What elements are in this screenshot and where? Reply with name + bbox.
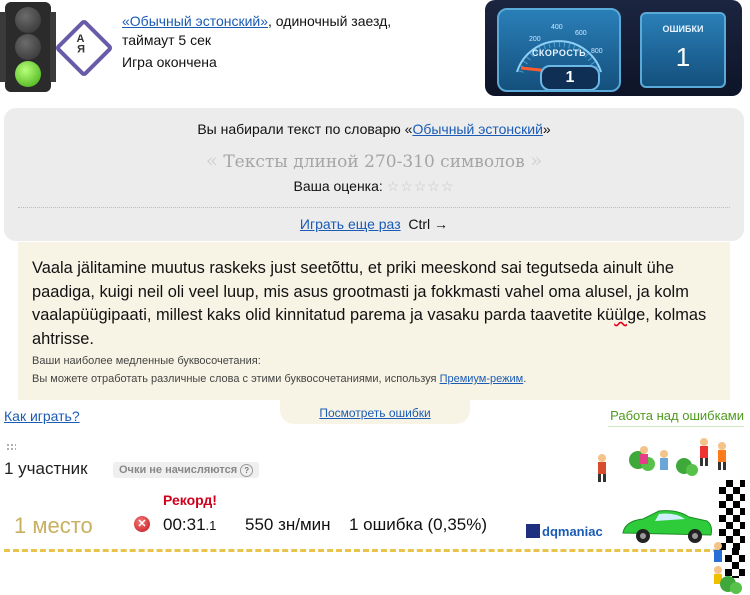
play-again-row: Играть еще раз Ctrl → [4, 216, 744, 232]
speed-readout: 1 [540, 65, 600, 90]
result-panel: Вы набирали текст по словарю «Обычный эс… [4, 108, 744, 241]
errors-counter: ОШИБКИ 1 [640, 12, 726, 88]
not-counted-badge: Очки не начисляются? [113, 462, 260, 478]
dashboard: 200 400 600 800 СКОРОСТЬ 1 ОШИБКИ 1 [485, 0, 742, 96]
dictionary-name-link[interactable]: Обычный эстонский [412, 121, 542, 137]
text-length-label: Тексты длиной 270-310 символов [223, 152, 525, 172]
star-icon[interactable]: ☆ [441, 178, 455, 194]
spectator-icon [714, 542, 742, 594]
race-time: 00:31.1 [163, 515, 217, 534]
divider [18, 207, 730, 208]
premium-mode-link[interactable]: Премиум-режим [440, 373, 524, 385]
play-again-link[interactable]: Играть еще раз [300, 216, 401, 232]
place-label: 1 место [14, 513, 93, 538]
dictionary-link[interactable]: «Обычный эстонский» [122, 13, 268, 29]
record-badge: Рекорд! [163, 492, 217, 508]
player-name[interactable]: dqmaniac [526, 524, 603, 539]
race-track-line [4, 549, 719, 552]
rating-label: Ваша оценка: [293, 178, 383, 194]
show-errors-tab: Посмотреть ошибки [280, 400, 470, 424]
help-icon[interactable]: ? [240, 464, 254, 477]
star-icon[interactable]: ☆ [387, 178, 401, 194]
how-to-play-link[interactable]: Как играть? [4, 408, 80, 424]
star-icon[interactable]: ☆ [414, 178, 428, 194]
race-errors: 1 ошибка (0,35%) [349, 515, 488, 534]
errors-label: ОШИБКИ [662, 24, 704, 34]
slow-combos-hint: Вы можете отработать различные слова с э… [32, 373, 527, 385]
race-speed: 550 зн/мин [245, 515, 331, 534]
rating-stars[interactable]: ☆☆☆☆☆ [387, 178, 455, 194]
typing-error: ül [614, 306, 627, 324]
play-again-shortcut: Ctrl → [408, 216, 449, 232]
error-cross-icon: ✕ [134, 516, 150, 532]
game-status: Игра окончена [122, 54, 217, 70]
work-on-errors-link[interactable]: Работа над ошибками [610, 408, 744, 423]
participants-count: 1 участник [4, 459, 88, 478]
drag-handle-icon[interactable] [6, 443, 16, 451]
avatar [526, 524, 540, 538]
next-chevron-icon[interactable]: » [530, 148, 542, 172]
prev-chevron-icon[interactable]: « [206, 148, 218, 172]
star-icon[interactable]: ☆ [400, 178, 414, 194]
game-timeout: таймаут 5 сек [122, 32, 212, 48]
work-on-errors-underline [608, 426, 744, 427]
speedometer: 200 400 600 800 СКОРОСТЬ 1 [497, 8, 621, 92]
traffic-light-icon [0, 2, 56, 92]
speed-label: СКОРОСТЬ [531, 48, 587, 58]
show-errors-link[interactable]: Посмотреть ошибки [319, 406, 430, 420]
race-car-icon [622, 510, 712, 543]
traffic-light-red-off [15, 7, 41, 33]
slow-combos-title: Ваши наиболее медленные буквосочетания: [32, 355, 261, 367]
errors-value: 1 [675, 42, 691, 72]
text-length-selector: « Тексты длиной 270-310 символов » [4, 148, 744, 172]
star-icon[interactable]: ☆ [427, 178, 441, 194]
traffic-light-yellow-off [15, 34, 41, 60]
rating-row: Ваша оценка: ☆☆☆☆☆ [4, 178, 744, 195]
typed-text-block: Vaala jälitamine muutus raskeks just see… [18, 242, 730, 400]
game-title: «Обычный эстонский», одиночный заезд, [122, 13, 392, 29]
dictionary-info: Вы набирали текст по словарю «Обычный эс… [197, 121, 551, 137]
traffic-light-green-on [15, 61, 41, 87]
dictionary-icon: А Я [54, 18, 114, 78]
typed-text: Vaala jälitamine muutus raskeks just see… [32, 259, 707, 348]
